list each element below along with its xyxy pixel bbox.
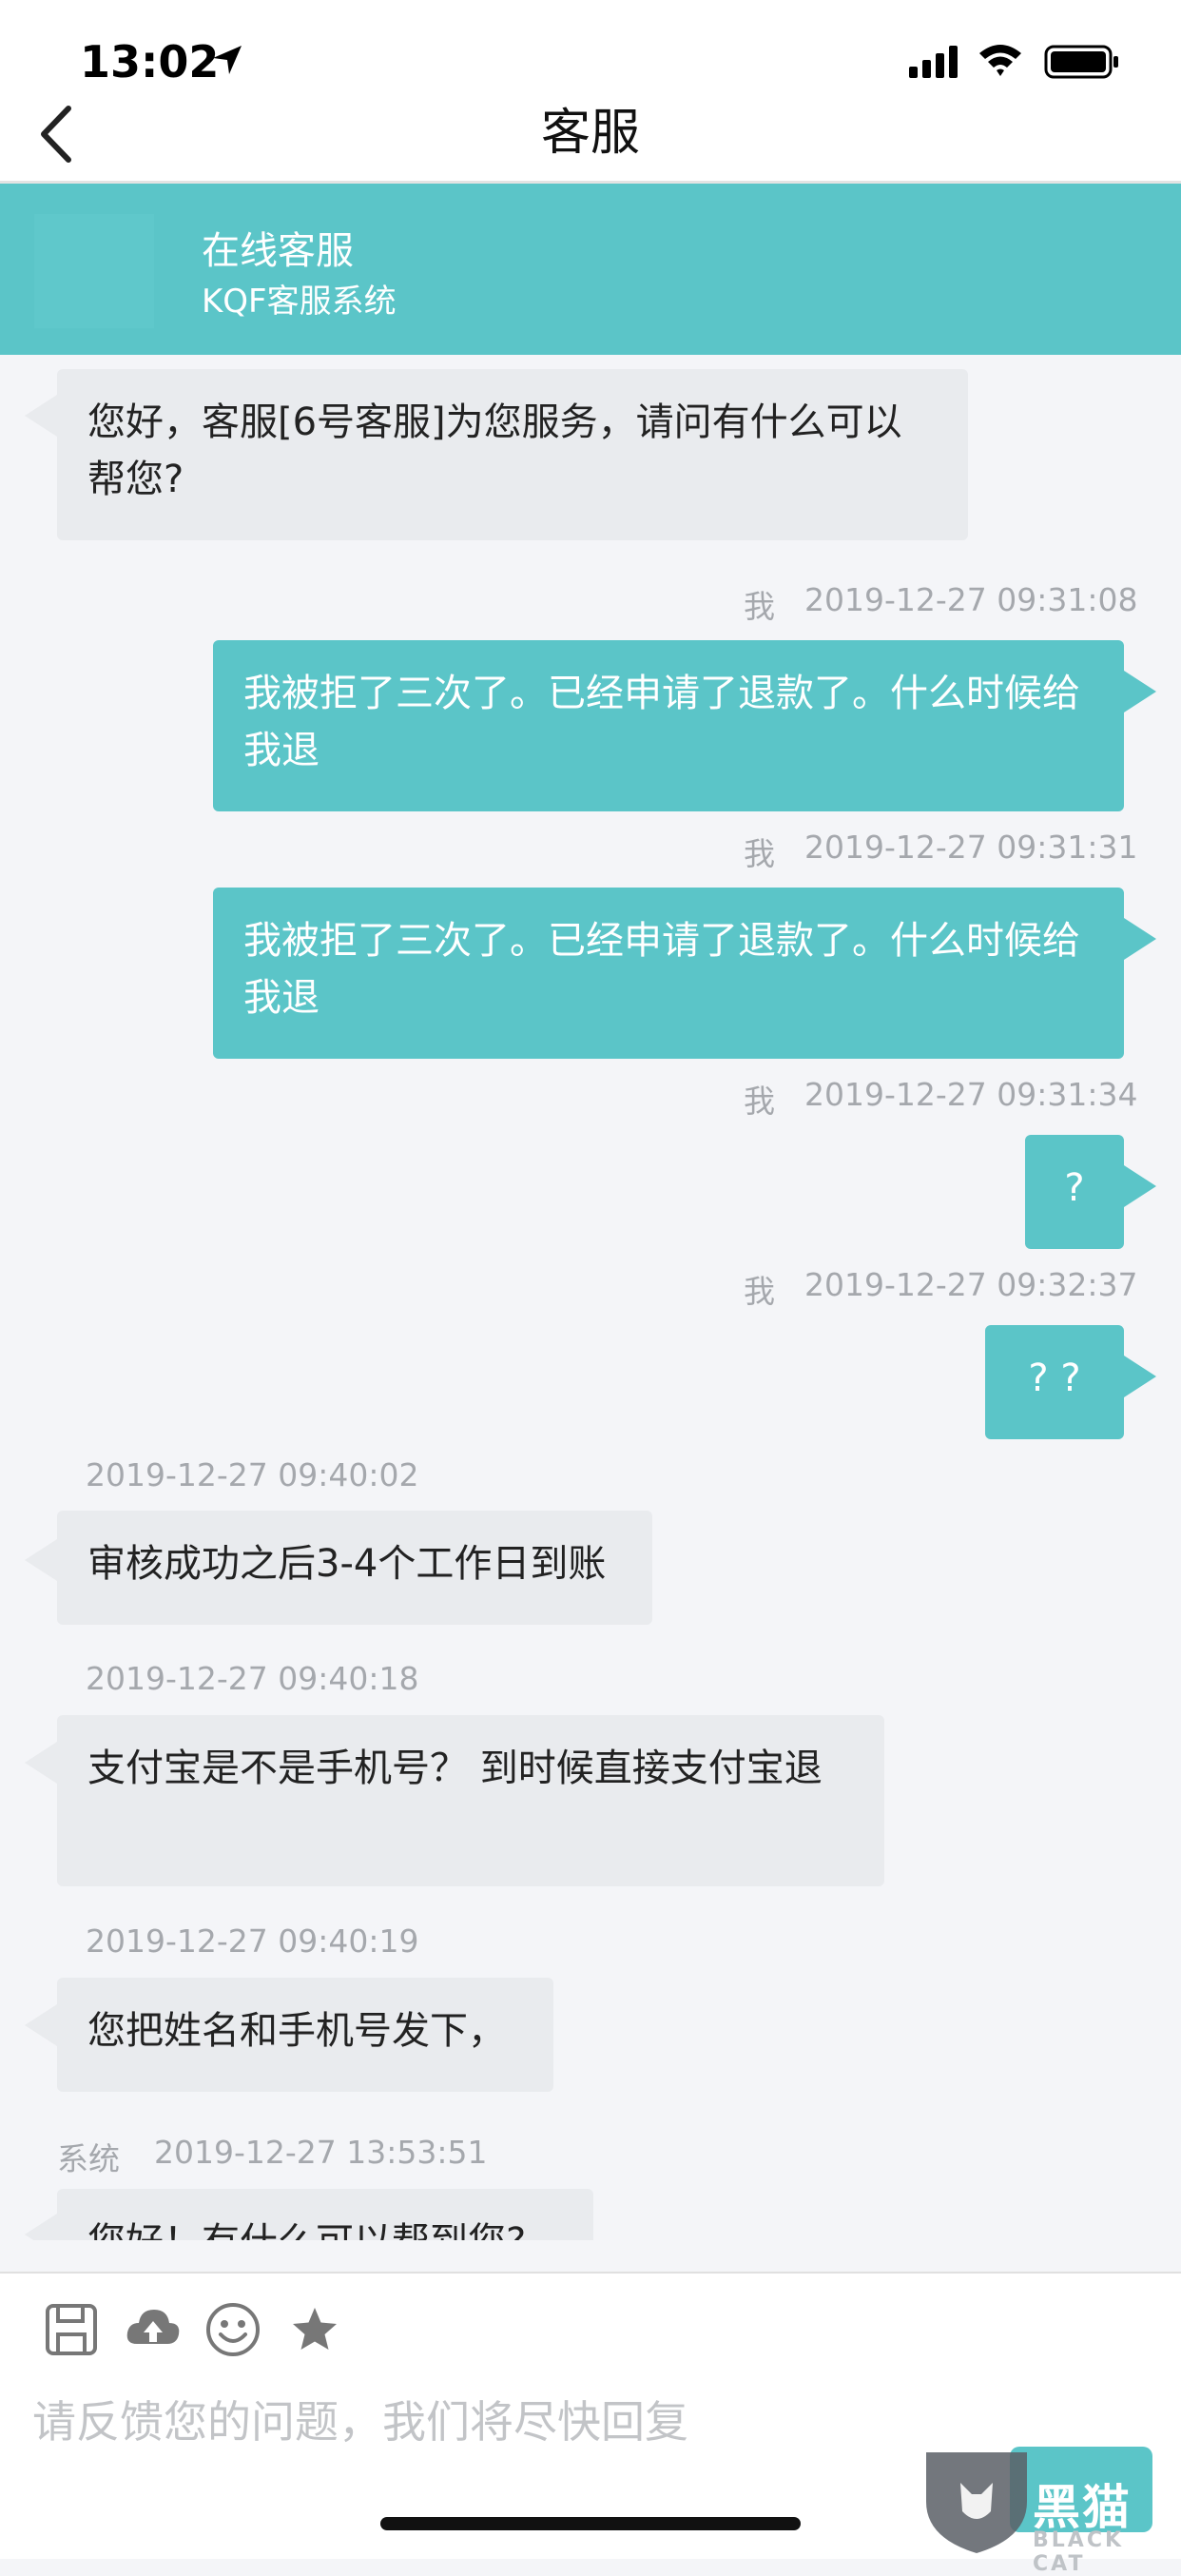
page-title: 客服 (540, 105, 640, 162)
status-time: 13:02 (80, 36, 220, 88)
save-icon[interactable] (42, 2300, 101, 2359)
cloud-upload-icon[interactable] (124, 2300, 183, 2359)
message-bubble-outgoing[interactable]: 我被拒了三次了。已经申请了退款了。什么时候给我退 (213, 888, 1124, 1059)
message-timestamp: 2019-12-27 09:31:08 (804, 581, 1138, 618)
message-list[interactable]: 您好，客服[6号客服]为您服务，请问有什么可以帮您? 我 2019-12-27 … (0, 355, 1181, 2240)
bubble-tail (1124, 671, 1156, 712)
bubble-tail (25, 1742, 57, 1784)
cellular-signal-icon (909, 46, 958, 78)
message-bubble-incoming[interactable]: 您把姓名和手机号发下， (57, 1978, 553, 2092)
message-timestamp: 2019-12-27 09:40:18 (86, 1660, 419, 1697)
agent-avatar (34, 214, 154, 328)
message-sender: 我 (744, 1273, 775, 1310)
message-timestamp: 2019-12-27 13:53:51 (154, 2134, 488, 2171)
bubble-tail (25, 395, 57, 437)
message-bubble-incoming[interactable]: 支付宝是不是手机号？ 到时候直接支付宝退 (57, 1715, 884, 1886)
nav-bar: 客服 (0, 86, 1181, 184)
message-sender: 我 (744, 588, 775, 625)
bubble-tail (25, 2214, 57, 2240)
bubble-tail (1124, 918, 1156, 960)
bubble-tail (1124, 1165, 1156, 1207)
message-timestamp: 2019-12-27 09:31:31 (804, 829, 1138, 866)
bubble-tail (1124, 1356, 1156, 1397)
message-sender: 系统 (57, 2140, 120, 2177)
battery-icon (1044, 45, 1118, 79)
message-timestamp: 2019-12-27 09:31:34 (804, 1076, 1138, 1113)
wifi-icon (979, 45, 1021, 76)
star-icon[interactable] (285, 2300, 344, 2359)
message-bubble-outgoing[interactable]: 我被拒了三次了。已经申请了退款了。什么时候给我退 (213, 640, 1124, 811)
message-bubble-incoming[interactable]: 审核成功之后3-4个工作日到账 (57, 1511, 652, 1625)
message-timestamp: 2019-12-27 09:32:37 (804, 1266, 1138, 1303)
home-indicator (380, 2517, 801, 2530)
message-timestamp: 2019-12-27 09:40:02 (86, 1456, 419, 1493)
message-sender: 我 (744, 835, 775, 872)
message-bubble-incoming[interactable]: 您好！有什么可以帮到您? (57, 2189, 593, 2240)
agent-system-name: KQF客服系统 (202, 283, 397, 321)
feedback-input[interactable] (30, 2378, 985, 2466)
message-bubble-incoming[interactable]: 您好，客服[6号客服]为您服务，请问有什么可以帮您? (57, 369, 968, 540)
agent-header: 在线客服 KQF客服系统 (0, 184, 1181, 355)
watermark-subtext: BLACK CAT (1033, 2528, 1125, 2576)
bubble-tail (25, 1539, 57, 1581)
agent-name: 在线客服 (202, 229, 354, 273)
message-bubble-outgoing[interactable]: ? (1025, 1135, 1124, 1249)
smiley-icon[interactable] (203, 2300, 262, 2359)
location-arrow-icon (213, 46, 242, 74)
message-bubble-outgoing[interactable]: ? ? (985, 1325, 1124, 1439)
message-timestamp: 2019-12-27 09:40:19 (86, 1922, 419, 1960)
message-sender: 我 (744, 1083, 775, 1120)
bubble-tail (25, 2004, 57, 2046)
